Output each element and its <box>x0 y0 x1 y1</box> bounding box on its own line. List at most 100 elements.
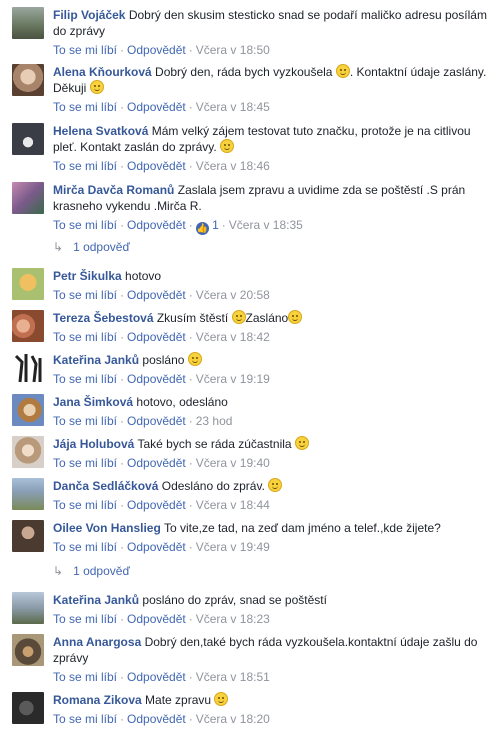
comment-body: Kateřina Janků posláno do zpráv, snad se… <box>53 592 490 627</box>
timestamp[interactable]: Včera v 18:42 <box>196 330 270 344</box>
author-name[interactable]: Petr Šikulka <box>53 269 122 283</box>
comment-text-line: Mirča Davča Romanů Zaslala jsem zpravu a… <box>53 182 490 214</box>
avatar[interactable] <box>12 268 44 300</box>
timestamp[interactable]: Včera v 18:50 <box>196 43 270 57</box>
timestamp[interactable]: Včera v 19:40 <box>196 456 270 470</box>
like-link[interactable]: To se mi líbí <box>53 372 117 386</box>
reply-link[interactable]: Odpovědět <box>127 218 186 232</box>
like-link[interactable]: To se mi líbí <box>53 218 117 232</box>
separator: · <box>120 670 125 684</box>
author-name[interactable]: Jája Holubová <box>53 437 134 451</box>
thumbs-up-icon[interactable]: 👍 <box>195 222 209 235</box>
timestamp[interactable]: Včera v 18:23 <box>196 612 270 626</box>
reply-link[interactable]: Odpovědět <box>127 612 186 626</box>
timestamp[interactable]: Včera v 19:19 <box>196 372 270 386</box>
avatar[interactable] <box>12 478 44 510</box>
timestamp[interactable]: Včera v 18:51 <box>196 670 270 684</box>
timestamp[interactable]: Včera v 20:58 <box>196 288 270 302</box>
timestamp[interactable]: Včera v 18:46 <box>196 159 270 173</box>
avatar[interactable] <box>12 7 44 39</box>
like-link[interactable]: To se mi líbí <box>53 288 117 302</box>
separator: · <box>120 540 125 554</box>
reply-link[interactable]: Odpovědět <box>127 159 186 173</box>
avatar[interactable] <box>12 352 44 384</box>
separator: · <box>120 43 125 57</box>
reply-link[interactable]: Odpovědět <box>127 100 186 114</box>
author-name[interactable]: Tereza Šebestová <box>53 311 154 325</box>
separator: · <box>120 330 125 344</box>
comment-body: Kateřina Janků posláno To se mi líbí · Odp… <box>53 352 490 387</box>
reply-link[interactable]: Odpovědět <box>127 540 186 554</box>
author-name[interactable]: Kateřina Janků <box>53 353 139 367</box>
reply-link[interactable]: Odpovědět <box>127 288 186 302</box>
reply-link[interactable]: Odpovědět <box>127 414 186 428</box>
author-name[interactable]: Oilee Von Hanslieg <box>53 521 161 535</box>
reply-link[interactable]: Odpovědět <box>127 43 186 57</box>
like-link[interactable]: To se mi líbí <box>53 612 117 626</box>
like-link[interactable]: To se mi líbí <box>53 540 117 554</box>
reply-link[interactable]: Odpovědět <box>127 456 186 470</box>
replies-count-label[interactable]: 1 odpověď <box>73 564 130 578</box>
like-link[interactable]: To se mi líbí <box>53 456 117 470</box>
author-name[interactable]: Kateřina Janků <box>53 593 139 607</box>
comment-actions: To se mi líbí · Odpovědět · Včera v 19:19 <box>53 371 490 387</box>
timestamp[interactable]: 23 hod <box>196 414 233 428</box>
separator: · <box>188 612 193 626</box>
timestamp[interactable]: Včera v 18:44 <box>196 498 270 512</box>
comment-text: hotovo, odesláno <box>136 395 228 409</box>
reply-link[interactable]: Odpovědět <box>127 372 186 386</box>
timestamp[interactable]: Včera v 19:49 <box>196 540 270 554</box>
comment-text-continued: Zasláno <box>245 311 289 325</box>
avatar[interactable] <box>12 592 44 624</box>
author-name[interactable]: Alena Kňourková <box>53 65 152 79</box>
comment-actions: To se mi líbí · Odpovědět · Včera v 19:49 <box>53 539 490 555</box>
reply-link[interactable]: Odpovědět <box>127 498 186 512</box>
comment-text-line: Petr Šikulka hotovo <box>53 268 490 284</box>
avatar[interactable] <box>12 692 44 724</box>
like-link[interactable]: To se mi líbí <box>53 159 117 173</box>
like-count[interactable]: 1 <box>212 218 219 232</box>
author-name[interactable]: Danča Sedláčková <box>53 479 158 493</box>
view-replies-link[interactable]: ↳ 1 odpověď <box>53 564 130 578</box>
comment-actions: To se mi líbí · Odpovědět · Včera v 20:58 <box>53 287 490 303</box>
comment-body: Jana Šimková hotovo, odesláno To se mi l… <box>53 394 490 429</box>
avatar[interactable] <box>12 64 44 96</box>
timestamp[interactable]: Včera v 18:45 <box>196 100 270 114</box>
timestamp[interactable]: Včera v 18:20 <box>196 712 270 726</box>
author-name[interactable]: Mirča Davča Romanů <box>53 183 174 197</box>
comment-actions: To se mi líbí · Odpovědět · Včera v 18:44 <box>53 497 490 513</box>
avatar[interactable] <box>12 436 44 468</box>
reply-link[interactable]: Odpovědět <box>127 670 186 684</box>
reply-arrow-icon: ↳ <box>53 240 64 254</box>
separator: · <box>188 414 193 428</box>
avatar[interactable] <box>12 520 44 552</box>
avatar[interactable] <box>12 182 44 214</box>
author-name[interactable]: Jana Šimková <box>53 395 133 409</box>
avatar[interactable] <box>12 634 44 666</box>
like-link[interactable]: To se mi líbí <box>53 670 117 684</box>
separator: · <box>120 414 125 428</box>
separator: · <box>120 456 125 470</box>
author-name[interactable]: Anna Anargosa <box>53 635 141 649</box>
author-name[interactable]: Filip Vojáček <box>53 8 125 22</box>
timestamp[interactable]: Včera v 18:35 <box>229 218 303 232</box>
wink-emoji-icon <box>231 310 246 324</box>
like-link[interactable]: To se mi líbí <box>53 414 117 428</box>
avatar[interactable] <box>12 394 44 426</box>
avatar[interactable] <box>12 123 44 155</box>
avatar[interactable] <box>12 310 44 342</box>
comment-actions: To se mi líbí · Odpovědět · Včera v 19:40 <box>53 455 490 471</box>
reply-link[interactable]: Odpovědět <box>127 330 186 344</box>
reply-link[interactable]: Odpovědět <box>127 712 186 726</box>
separator: · <box>120 712 125 726</box>
author-name[interactable]: Romana Zikova <box>53 693 142 707</box>
like-link[interactable]: To se mi líbí <box>53 330 117 344</box>
like-link[interactable]: To se mi líbí <box>53 498 117 512</box>
like-link[interactable]: To se mi líbí <box>53 712 117 726</box>
replies-count-label[interactable]: 1 odpověď <box>73 240 130 254</box>
like-link[interactable]: To se mi líbí <box>53 100 117 114</box>
like-link[interactable]: To se mi líbí <box>53 43 117 57</box>
view-replies-link[interactable]: ↳ 1 odpověď <box>53 240 130 254</box>
author-name[interactable]: Helena Svatková <box>53 124 148 138</box>
comment-actions: To se mi líbí · Odpovědět · Včera v 18:46 <box>53 158 490 174</box>
